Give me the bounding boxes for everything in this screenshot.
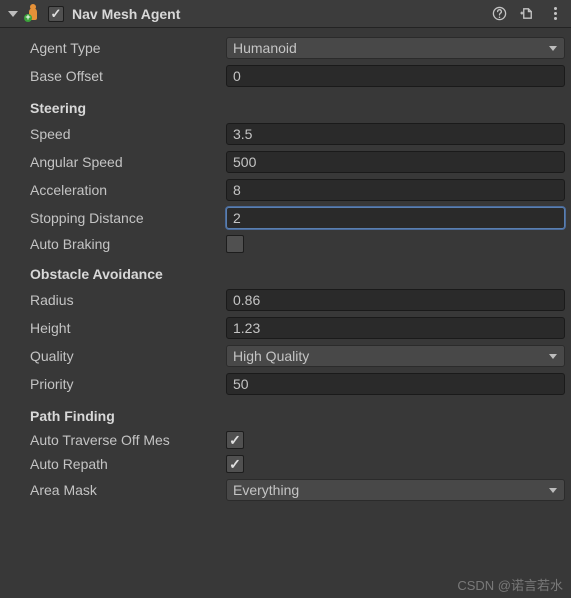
stopping-distance-row: Stopping Distance: [6, 204, 565, 232]
angular-speed-label: Angular Speed: [30, 154, 226, 170]
base-offset-label: Base Offset: [30, 68, 226, 84]
agent-type-row: Agent Type Humanoid: [6, 34, 565, 62]
speed-label: Speed: [30, 126, 226, 142]
angular-speed-row: Angular Speed: [6, 148, 565, 176]
height-row: Height: [6, 314, 565, 342]
component-title: Nav Mesh Agent: [72, 6, 491, 22]
stopping-distance-input[interactable]: [226, 207, 565, 229]
height-input[interactable]: [226, 317, 565, 339]
auto-repath-checkbox[interactable]: [226, 455, 244, 473]
radius-label: Radius: [30, 292, 226, 308]
auto-traverse-label: Auto Traverse Off Mes: [30, 432, 226, 448]
priority-label: Priority: [30, 376, 226, 392]
stopping-distance-label: Stopping Distance: [30, 210, 226, 226]
watermark: CSDN @诺言若水: [457, 575, 563, 594]
auto-braking-row: Auto Braking: [6, 232, 565, 256]
component-header: + Nav Mesh Agent: [0, 0, 571, 28]
priority-row: Priority: [6, 370, 565, 398]
auto-braking-checkbox[interactable]: [226, 235, 244, 253]
radius-input[interactable]: [226, 289, 565, 311]
height-label: Height: [30, 320, 226, 336]
acceleration-input[interactable]: [226, 179, 565, 201]
acceleration-row: Acceleration: [6, 176, 565, 204]
auto-repath-row: Auto Repath: [6, 452, 565, 476]
auto-repath-label: Auto Repath: [30, 456, 226, 472]
agent-type-dropdown[interactable]: Humanoid: [226, 37, 565, 59]
auto-traverse-row: Auto Traverse Off Mes: [6, 428, 565, 452]
base-offset-input[interactable]: [226, 65, 565, 87]
auto-braking-label: Auto Braking: [30, 236, 226, 252]
priority-input[interactable]: [226, 373, 565, 395]
context-menu-icon[interactable]: [547, 6, 563, 22]
presets-icon[interactable]: [519, 6, 535, 22]
acceleration-label: Acceleration: [30, 182, 226, 198]
angular-speed-input[interactable]: [226, 151, 565, 173]
area-mask-row: Area Mask Everything: [6, 476, 565, 504]
obstacle-heading: Obstacle Avoidance: [6, 256, 565, 286]
nav-mesh-agent-icon: +: [24, 5, 42, 23]
enable-checkbox[interactable]: [48, 6, 64, 22]
help-icon[interactable]: [491, 6, 507, 22]
component-body: Agent Type Humanoid Base Offset Steering…: [0, 28, 571, 504]
quality-row: Quality High Quality: [6, 342, 565, 370]
foldout-toggle[interactable]: [8, 11, 18, 17]
speed-row: Speed: [6, 120, 565, 148]
quality-label: Quality: [30, 348, 226, 364]
area-mask-dropdown[interactable]: Everything: [226, 479, 565, 501]
steering-heading: Steering: [6, 90, 565, 120]
auto-traverse-checkbox[interactable]: [226, 431, 244, 449]
radius-row: Radius: [6, 286, 565, 314]
base-offset-row: Base Offset: [6, 62, 565, 90]
speed-input[interactable]: [226, 123, 565, 145]
header-actions: [491, 6, 563, 22]
agent-type-label: Agent Type: [30, 40, 226, 56]
path-finding-heading: Path Finding: [6, 398, 565, 428]
quality-dropdown[interactable]: High Quality: [226, 345, 565, 367]
area-mask-label: Area Mask: [30, 482, 226, 498]
